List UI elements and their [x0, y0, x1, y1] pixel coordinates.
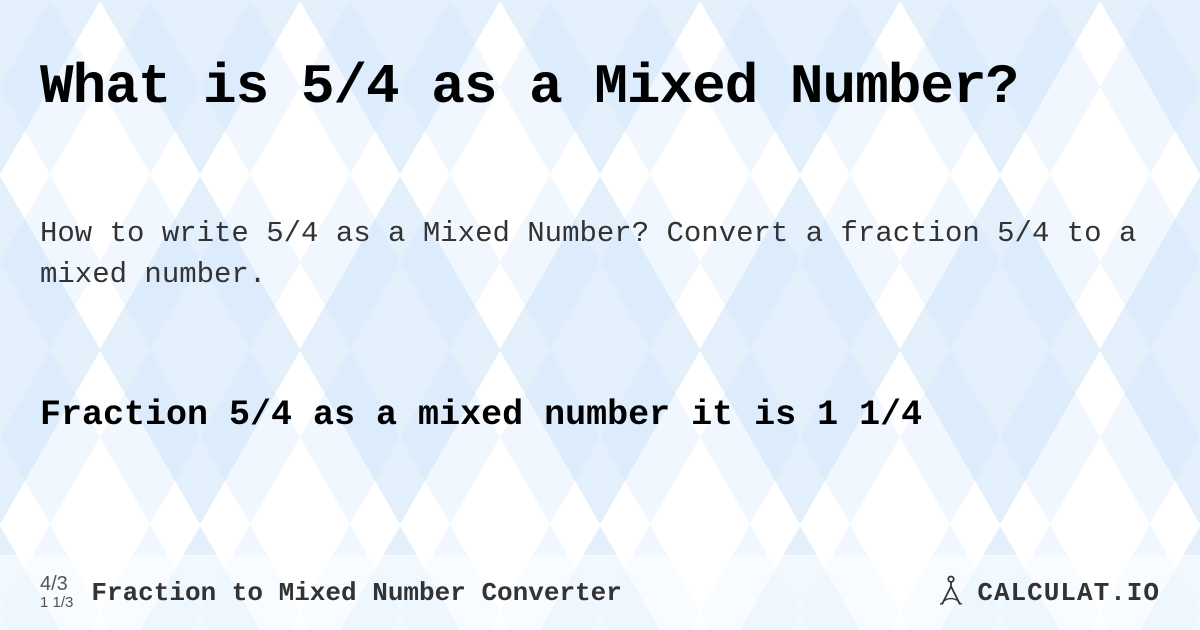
converter-label: Fraction to Mixed Number Converter	[91, 578, 933, 608]
icon-fraction-bottom: 1 1/3	[40, 595, 73, 612]
converter-icon: 4/3 1 1/3	[40, 573, 73, 612]
content-area: What is 5/4 as a Mixed Number? How to wr…	[0, 0, 1200, 630]
icon-fraction-top: 4/3	[40, 573, 73, 595]
answer-text: Fraction 5/4 as a mixed number it is 1 1…	[40, 395, 1160, 435]
compass-icon	[933, 572, 969, 613]
description-text: How to write 5/4 as a Mixed Number? Conv…	[40, 214, 1160, 295]
page-title: What is 5/4 as a Mixed Number?	[40, 55, 1160, 119]
footer-bar: 4/3 1 1/3 Fraction to Mixed Number Conve…	[0, 555, 1200, 630]
brand-text: CALCULAT.IO	[977, 578, 1160, 608]
brand-logo: CALCULAT.IO	[933, 572, 1160, 613]
